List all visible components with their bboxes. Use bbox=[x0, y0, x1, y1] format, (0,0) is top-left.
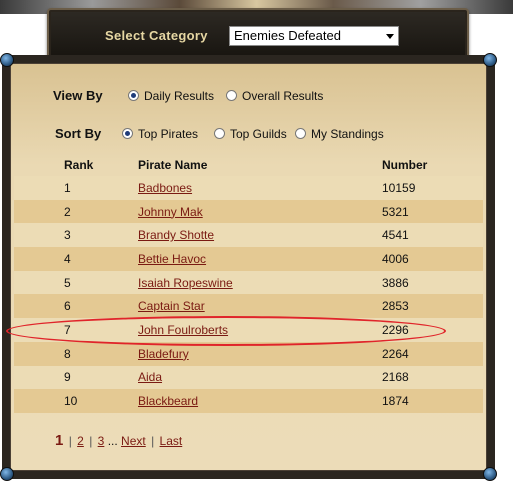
radio-icon[interactable] bbox=[226, 90, 237, 101]
last-page-link[interactable]: Last bbox=[160, 434, 183, 448]
pirate-name-link[interactable]: Blackbeard bbox=[138, 394, 198, 408]
number-cell: 2853 bbox=[382, 294, 483, 319]
rivet-icon bbox=[0, 53, 14, 67]
view-option-daily[interactable]: Daily Results bbox=[128, 89, 214, 103]
table-row: 6 Captain Star 2853 bbox=[14, 294, 483, 319]
rank-cell: 8 bbox=[14, 341, 138, 366]
number-cell: 2264 bbox=[382, 341, 483, 366]
number-cell: 1874 bbox=[382, 389, 483, 413]
pirate-name-cell: Aida bbox=[138, 365, 382, 390]
radio-selected-icon[interactable] bbox=[122, 128, 133, 139]
rank-cell: 9 bbox=[14, 365, 138, 390]
number-cell: 5321 bbox=[382, 199, 483, 224]
pirate-name-link[interactable]: Johnny Mak bbox=[138, 205, 203, 219]
page-link-2[interactable]: 2 bbox=[77, 434, 84, 448]
radio-icon[interactable] bbox=[214, 128, 225, 139]
table-header-row: Rank Pirate Name Number bbox=[14, 154, 483, 176]
category-select[interactable]: Enemies Defeated bbox=[229, 26, 399, 46]
radio-icon[interactable] bbox=[295, 128, 306, 139]
table-row: 2 Johnny Mak 5321 bbox=[14, 199, 483, 224]
number-cell: 10159 bbox=[382, 176, 483, 200]
pirate-name-link[interactable]: Captain Star bbox=[138, 299, 205, 313]
rank-cell: 1 bbox=[14, 176, 138, 200]
number-cell: 3886 bbox=[382, 270, 483, 295]
pirate-name-link[interactable]: Isaiah Ropeswine bbox=[138, 276, 233, 290]
pirate-name-cell: Brandy Shotte bbox=[138, 223, 382, 248]
pirate-name-link[interactable]: Aida bbox=[138, 370, 162, 384]
leaderboard-table: Rank Pirate Name Number 1 Badbones 10159 2 J… bbox=[14, 154, 483, 413]
column-header-number: Number bbox=[382, 158, 428, 172]
page-separator: | bbox=[151, 434, 155, 448]
column-header-rank: Rank bbox=[64, 158, 94, 172]
pirate-name-link[interactable]: Brandy Shotte bbox=[138, 228, 214, 242]
category-bar: Select Category Enemies Defeated bbox=[47, 8, 469, 61]
table-row: 4 Bettie Havoc 4006 bbox=[14, 247, 483, 271]
pirate-name-cell: Bettie Havoc bbox=[138, 247, 382, 271]
pirate-name-cell: Johnny Mak bbox=[138, 199, 382, 224]
view-by-label: View By bbox=[53, 88, 103, 103]
rank-cell: 3 bbox=[14, 223, 138, 248]
number-cell: 4541 bbox=[382, 223, 483, 248]
page-ellipsis: ... bbox=[107, 434, 118, 448]
page-link-3[interactable]: 3 bbox=[98, 434, 105, 448]
rank-cell: 10 bbox=[14, 389, 138, 413]
table-row: 9 Aida 2168 bbox=[14, 365, 483, 390]
rank-cell: 6 bbox=[14, 294, 138, 319]
table-row: 10 Blackbeard 1874 bbox=[14, 389, 483, 413]
chevron-down-icon bbox=[386, 34, 394, 39]
page-separator: | bbox=[89, 434, 93, 448]
pirate-name-cell: Captain Star bbox=[138, 294, 382, 319]
pirate-name-cell: Badbones bbox=[138, 176, 382, 200]
number-cell: 4006 bbox=[382, 247, 483, 271]
pirate-name-link[interactable]: Bettie Havoc bbox=[138, 252, 206, 266]
highlight-ellipse bbox=[6, 316, 446, 346]
rank-cell: 2 bbox=[14, 199, 138, 224]
rivet-icon bbox=[483, 53, 497, 67]
column-header-pirate-name: Pirate Name bbox=[138, 158, 208, 172]
pirate-name-link[interactable]: Badbones bbox=[138, 181, 192, 195]
radio-selected-icon[interactable] bbox=[128, 90, 139, 101]
page-current: 1 bbox=[55, 432, 64, 449]
rank-cell: 5 bbox=[14, 270, 138, 295]
pirate-name-cell: Blackbeard bbox=[138, 389, 382, 413]
table-row: 1 Badbones 10159 bbox=[14, 176, 483, 200]
sort-option-top-guilds[interactable]: Top Guilds bbox=[214, 127, 287, 141]
table-row: 3 Brandy Shotte 4541 bbox=[14, 223, 483, 248]
rank-cell: 4 bbox=[14, 247, 138, 271]
sort-option-my-standings[interactable]: My Standings bbox=[295, 127, 384, 141]
page-separator: | bbox=[68, 434, 72, 448]
pirate-name-cell: Isaiah Ropeswine bbox=[138, 270, 382, 295]
view-option-overall[interactable]: Overall Results bbox=[226, 89, 323, 103]
next-page-link[interactable]: Next bbox=[121, 434, 146, 448]
category-label: Select Category bbox=[105, 28, 208, 43]
number-cell: 2168 bbox=[382, 365, 483, 390]
sort-by-label: Sort By bbox=[55, 126, 102, 141]
table-row: 5 Isaiah Ropeswine 3886 bbox=[14, 270, 483, 295]
sort-option-top-pirates[interactable]: Top Pirates bbox=[122, 127, 198, 141]
pagination: 1 | 2 | 3 ... Next | Last bbox=[55, 432, 182, 449]
pirate-name-link[interactable]: Bladefury bbox=[138, 347, 189, 361]
category-selected-value: Enemies Defeated bbox=[234, 28, 341, 43]
